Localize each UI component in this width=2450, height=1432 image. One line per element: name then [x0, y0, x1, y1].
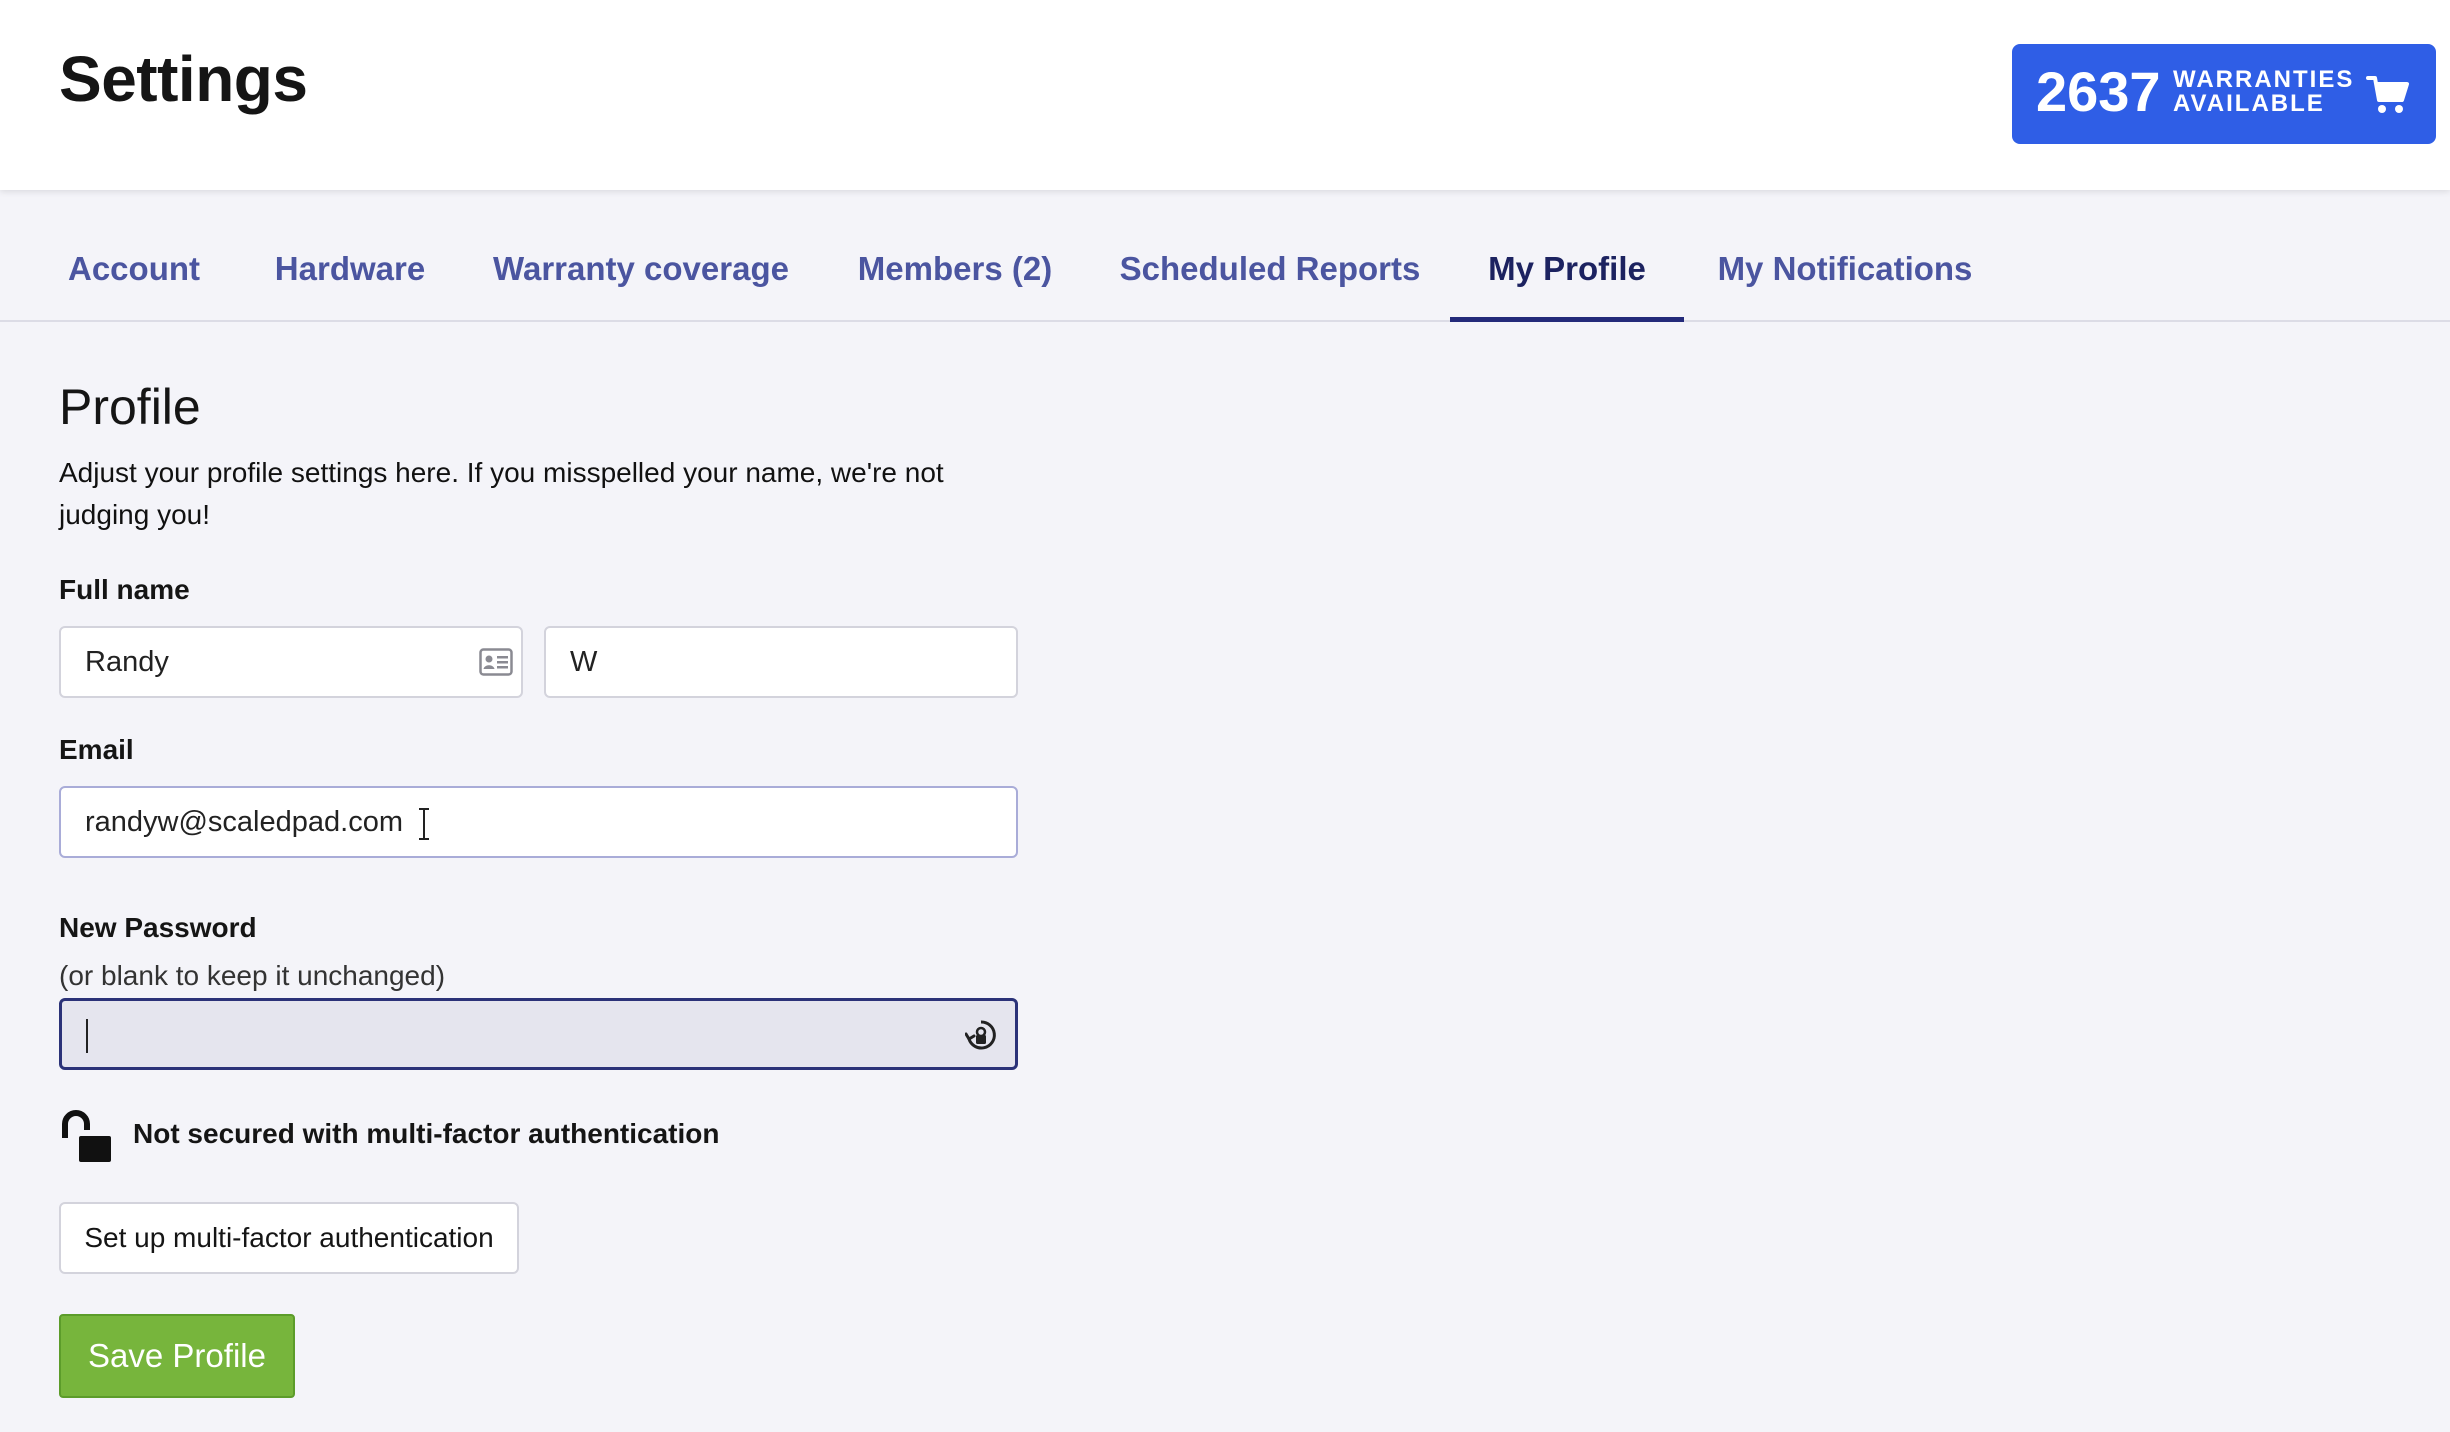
- email-input[interactable]: randyw@scaledpad.com: [59, 786, 1018, 858]
- tab-hardware[interactable]: Hardware: [258, 190, 442, 320]
- section-description: Adjust your profile settings here. If yo…: [59, 457, 944, 530]
- warranties-available-button[interactable]: 2637 WARRANTIES AVAILABLE: [2012, 44, 2436, 144]
- text-cursor-icon: [419, 808, 429, 840]
- email-label: Email: [59, 734, 134, 765]
- full-name-label: Full name: [59, 574, 190, 605]
- last-name-value: W: [570, 646, 598, 678]
- password-key-icon[interactable]: [965, 1019, 997, 1053]
- section-title: Profile: [59, 379, 201, 435]
- cart-icon: [2366, 76, 2409, 113]
- new-password-hint: (or blank to keep it unchanged): [59, 960, 446, 991]
- last-name-input[interactable]: W: [544, 626, 1018, 698]
- first-name-input[interactable]: Randy: [59, 626, 523, 698]
- first-name-value: Randy: [85, 646, 169, 678]
- warranties-label-line2: AVAILABLE: [2173, 90, 2325, 117]
- warranties-label: WARRANTIES AVAILABLE: [2173, 68, 2354, 116]
- tab-my-profile[interactable]: My Profile: [1450, 190, 1684, 322]
- tab-warranty-coverage[interactable]: Warranty coverage: [480, 190, 802, 320]
- tab-scheduled-reports[interactable]: Scheduled Reports: [1114, 190, 1426, 320]
- setup-mfa-button[interactable]: Set up multi-factor authentication: [59, 1202, 519, 1274]
- tab-members[interactable]: Members (2): [836, 190, 1074, 320]
- warranties-count: 2637: [2036, 60, 2161, 123]
- new-password-input[interactable]: [59, 998, 1018, 1070]
- tab-account[interactable]: Account: [44, 190, 224, 320]
- new-password-label: New Password: [59, 912, 257, 943]
- settings-tabs: Account Hardware Warranty coverage Membe…: [0, 190, 2450, 322]
- save-profile-button[interactable]: Save Profile: [59, 1314, 295, 1398]
- email-value: randyw@scaledpad.com: [85, 806, 403, 838]
- text-caret: [86, 1019, 88, 1053]
- unlocked-padlock-icon: [62, 1110, 111, 1162]
- mfa-status: Not secured with multi-factor authentica…: [59, 1108, 959, 1164]
- mfa-status-text: Not secured with multi-factor authentica…: [133, 1118, 720, 1149]
- tab-my-notifications[interactable]: My Notifications: [1708, 190, 1982, 320]
- top-header: Settings 2637 WARRANTIES AVAILABLE: [0, 0, 2450, 190]
- warranties-label-line1: WARRANTIES: [2173, 66, 2355, 93]
- contact-card-icon[interactable]: [479, 648, 513, 676]
- page-title: Settings: [59, 43, 308, 115]
